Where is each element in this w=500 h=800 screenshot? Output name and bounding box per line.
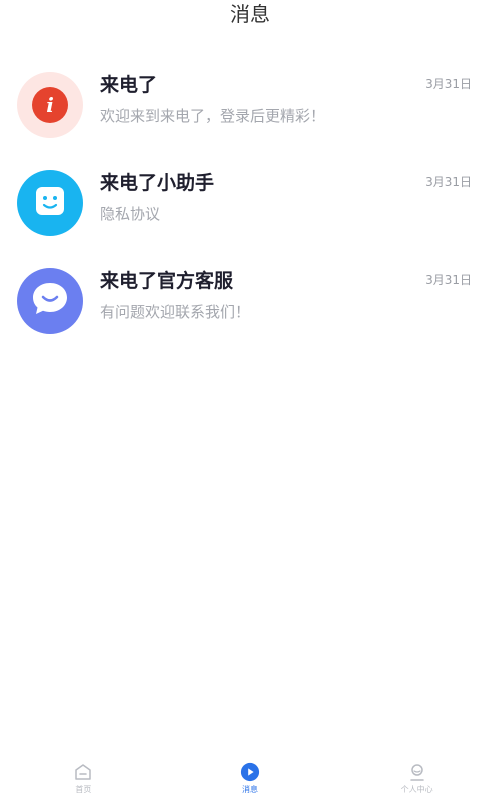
message-date: 3月31日	[425, 175, 472, 189]
top-bar: 消息	[0, 0, 500, 30]
message-preview: 隐私协议	[100, 205, 161, 223]
message-sender: 来电了小助手	[100, 172, 215, 194]
robot-face-icon	[33, 184, 67, 222]
message-sender: 来电了官方客服	[100, 270, 234, 292]
message-list: i 来电了 欢迎来到来电了，登录后更精彩！ 3月31日 来电了小助手 隐私协议	[0, 62, 500, 356]
tab-label: 消息	[241, 785, 258, 794]
tab-label: 首页	[75, 785, 92, 794]
message-item-customer-service[interactable]: 来电了官方客服 有问题欢迎联系我们！ 3月31日	[0, 258, 500, 356]
messages-screen: 消息 i 来电了 欢迎来到来电了，登录后更精彩！ 3月31日 来电了小助手 隐私…	[0, 0, 500, 800]
info-icon: i	[32, 87, 68, 123]
message-item-laidianle[interactable]: i 来电了 欢迎来到来电了，登录后更精彩！ 3月31日	[0, 62, 500, 160]
tab-home[interactable]: 首页	[23, 752, 143, 795]
profile-icon	[407, 762, 427, 782]
message-preview: 欢迎来到来电了，登录后更精彩！	[100, 107, 326, 125]
tab-label: 个人中心	[400, 785, 433, 794]
message-play-icon	[240, 762, 260, 782]
message-preview: 有问题欢迎联系我们！	[100, 303, 251, 321]
page-title: 消息	[230, 2, 270, 26]
message-date: 3月31日	[425, 77, 472, 91]
message-date: 3月31日	[425, 273, 472, 287]
message-sender: 来电了	[100, 74, 158, 96]
message-item-assistant[interactable]: 来电了小助手 隐私协议 3月31日	[0, 160, 500, 258]
tab-profile[interactable]: 个人中心	[357, 752, 477, 795]
avatar	[17, 170, 83, 236]
home-icon	[73, 762, 93, 782]
avatar	[17, 268, 83, 334]
avatar: i	[17, 72, 83, 138]
tab-messages[interactable]: 消息	[190, 752, 310, 795]
chat-bubble-icon	[30, 280, 70, 322]
bottom-tab-bar: 首页 消息 个人中心	[0, 752, 500, 800]
